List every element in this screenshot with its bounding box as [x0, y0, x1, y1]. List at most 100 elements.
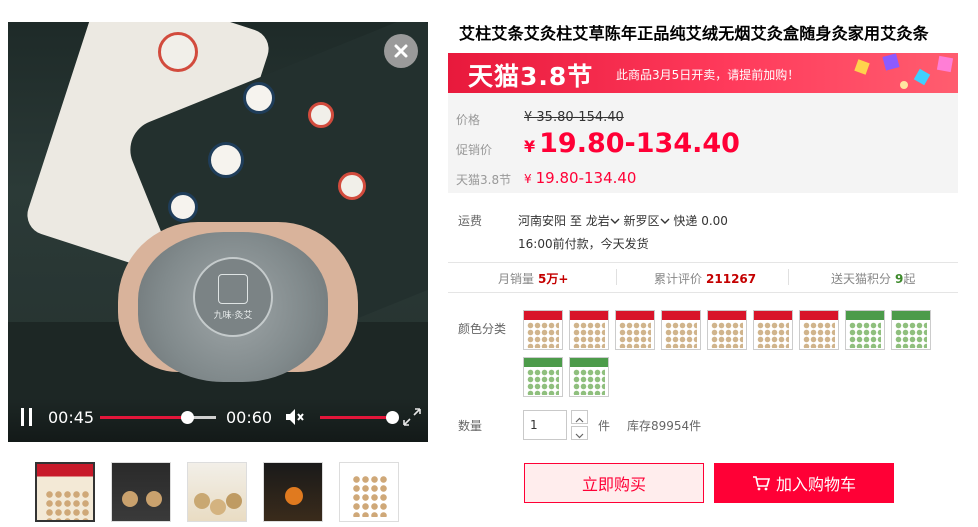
video-controls: 00:45 00:60	[8, 398, 428, 442]
color-swatch[interactable]	[707, 310, 747, 350]
color-swatch[interactable]	[661, 310, 701, 350]
thumbnail-4[interactable]	[263, 462, 323, 522]
ship-district-dropdown[interactable]: 新罗区	[624, 214, 670, 228]
swatch-product	[527, 322, 559, 348]
pause-icon[interactable]	[20, 408, 34, 426]
thumbnail-1[interactable]	[35, 462, 95, 522]
volume-knob[interactable]	[386, 411, 399, 424]
sale-price-label: 促销价	[456, 143, 493, 157]
swatch-product	[757, 322, 789, 348]
color-swatch[interactable]	[753, 310, 793, 350]
video-pattern	[168, 192, 198, 222]
event-price-value: 19.80-134.40	[535, 169, 637, 187]
progress-bar[interactable]	[100, 411, 216, 424]
swatch-product	[527, 369, 559, 395]
thumb-product	[122, 491, 138, 507]
volume-bar[interactable]	[320, 411, 399, 424]
thumbnail-3[interactable]	[187, 462, 247, 522]
cart-icon	[752, 476, 770, 491]
color-swatch[interactable]	[569, 357, 609, 397]
fullscreen-icon[interactable]	[402, 407, 422, 427]
buy-now-button[interactable]: 立即购买	[524, 463, 704, 503]
swatch-header	[524, 311, 562, 320]
swatch-header	[800, 311, 838, 320]
video-pattern	[208, 142, 244, 178]
pad-brand-text: 九味·灸艾	[213, 310, 253, 321]
color-swatch[interactable]	[891, 310, 931, 350]
thumb-product	[210, 499, 226, 515]
add-to-cart-label: 加入购物车	[775, 475, 856, 494]
thumbnail-5[interactable]	[339, 462, 399, 522]
swatch-product	[619, 322, 651, 348]
color-swatch[interactable]	[799, 310, 839, 350]
swatch-header	[754, 311, 792, 320]
progress-knob[interactable]	[181, 411, 194, 424]
thumb-product	[194, 493, 210, 509]
chevron-down-icon	[575, 433, 584, 439]
swatch-header	[570, 311, 608, 320]
product-page: 九味·灸艾 00:45 00:60 艾柱艾条艾灸柱艾草陈年正品纯艾绒无烟艾灸盒随…	[0, 0, 978, 527]
thumb-product	[226, 493, 242, 509]
sale-price: ¥19.80-134.40	[524, 128, 740, 159]
stats-bar: 月销量 5万+ 累计评价 211267 送天猫积分 9起	[448, 262, 958, 292]
quantity-increase-button[interactable]	[571, 410, 588, 424]
close-icon	[394, 44, 408, 58]
monthly-sales-label: 月销量	[498, 272, 535, 286]
monthly-sales: 月销量 5万+	[498, 270, 568, 287]
promo-text: 此商品3月5日开卖，请提前加购！	[616, 68, 800, 82]
stock-count: 库存89954件	[627, 419, 702, 433]
divider	[448, 292, 958, 293]
swatch-product	[803, 322, 835, 348]
color-swatch[interactable]	[523, 310, 563, 350]
quantity-decrease-button[interactable]	[571, 426, 588, 440]
swatch-product	[849, 322, 881, 348]
time-duration: 00:60	[226, 408, 273, 427]
thumb-product	[146, 491, 162, 507]
pad-logo: 九味·灸艾	[193, 257, 273, 337]
ship-district: 新罗区	[623, 214, 660, 228]
color-swatch[interactable]	[569, 310, 609, 350]
close-video-button[interactable]	[384, 34, 418, 68]
thumbnail-2[interactable]	[111, 462, 171, 522]
promo-decoration-icon	[854, 53, 954, 89]
swatch-header	[892, 311, 930, 320]
tmall-points: 送天猫积分 9起	[831, 270, 915, 287]
time-current: 00:45	[48, 408, 95, 427]
add-to-cart-button[interactable]: 加入购物车	[714, 463, 894, 503]
shipping-label: 运费	[458, 214, 483, 228]
swatch-product	[573, 322, 605, 348]
ship-from: 河南安阳	[518, 214, 567, 228]
ship-city-dropdown[interactable]: 龙岩	[586, 214, 620, 228]
quantity-unit: 件	[598, 419, 611, 433]
swatch-product	[573, 369, 605, 395]
video-pattern	[308, 102, 334, 128]
sale-price-value: 19.80-134.40	[539, 128, 740, 159]
event-currency: ¥	[524, 172, 532, 186]
stat-separator	[788, 269, 789, 285]
chevron-down-icon	[660, 218, 670, 224]
swatch-product	[665, 322, 697, 348]
event-price-label: 天猫3.8节	[456, 173, 512, 187]
color-swatch[interactable]	[523, 357, 563, 397]
ship-to-word: 至	[569, 214, 582, 228]
stat-separator	[616, 269, 617, 285]
product-title: 艾柱艾条艾灸柱艾草陈年正品纯艾绒无烟艾灸盒随身灸家用艾灸条	[459, 24, 929, 43]
color-swatch[interactable]	[845, 310, 885, 350]
reviews[interactable]: 累计评价 211267	[654, 270, 756, 287]
quantity-input[interactable]: 1	[523, 410, 567, 440]
reviews-value: 211267	[706, 272, 757, 286]
video-pattern	[158, 32, 198, 72]
mute-icon[interactable]	[284, 407, 306, 427]
product-video[interactable]: 九味·灸艾	[8, 22, 428, 442]
swatch-header	[616, 311, 654, 320]
swatch-header	[708, 311, 746, 320]
promo-logo: 天猫3.8节	[468, 62, 594, 91]
points-suffix: 起	[903, 272, 916, 286]
swatch-product	[711, 322, 743, 348]
price-box: 价格 ¥ 35.80-154.40 促销价 ¥19.80-134.40 天猫3.…	[448, 93, 958, 193]
color-swatch[interactable]	[615, 310, 655, 350]
thumb-product	[285, 487, 303, 505]
orig-price-label: 价格	[456, 113, 481, 127]
quantity-label: 数量	[458, 419, 483, 433]
reviews-label: 累计评价	[654, 272, 703, 286]
